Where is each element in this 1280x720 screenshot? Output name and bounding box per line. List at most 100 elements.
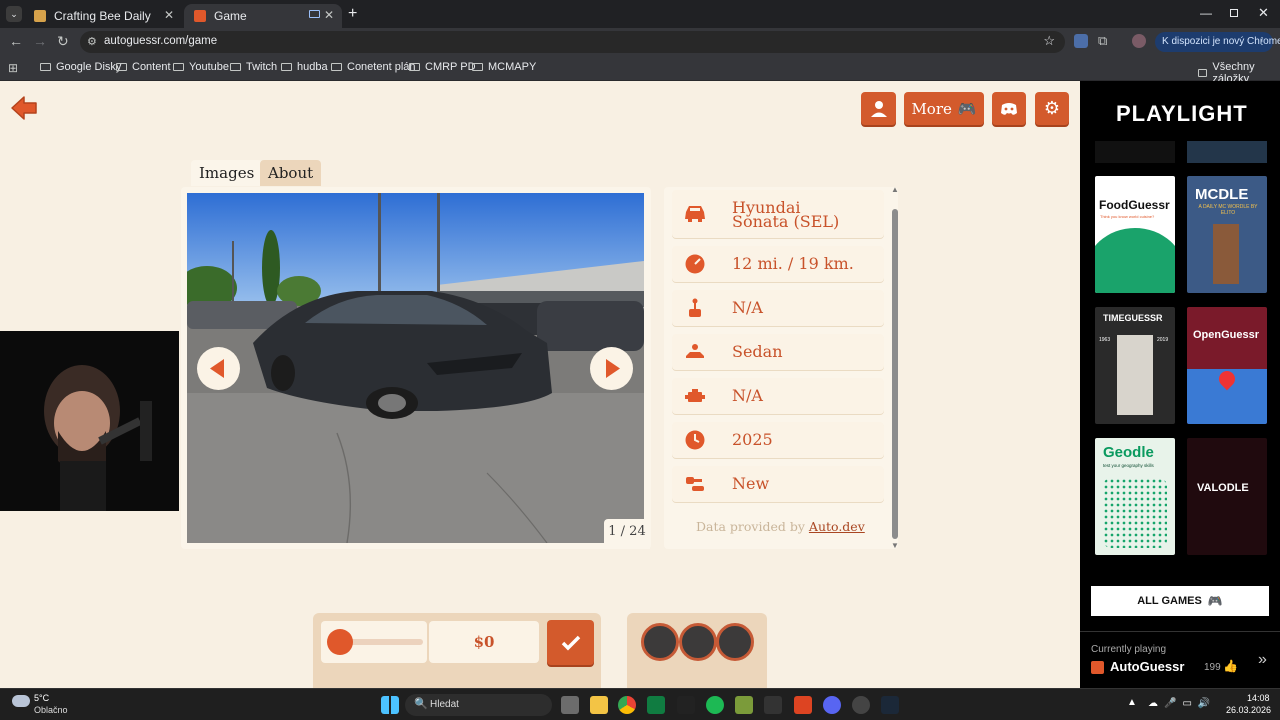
tab-images[interactable]: Images	[191, 160, 263, 186]
bookmark-conetent-plan[interactable]: Conetent plán	[331, 61, 416, 73]
minecraft-launcher-icon[interactable]	[735, 696, 753, 714]
weather-icon[interactable]	[12, 695, 30, 707]
globe-icon	[1095, 228, 1175, 293]
bookmark-google-disky[interactable]: Google Disky	[40, 61, 121, 73]
close-tab-icon[interactable]: ✕	[164, 8, 174, 22]
folder-icon	[331, 63, 342, 71]
all-games-button[interactable]: ALL GAMES 🎮	[1091, 586, 1269, 616]
bookmark-twitch[interactable]: Twitch	[230, 61, 277, 73]
minimize-window-icon[interactable]: —	[1200, 6, 1212, 20]
chrome-icon[interactable]	[618, 696, 636, 714]
tab-media-icon[interactable]	[309, 10, 320, 18]
bookmark-content[interactable]: Content	[116, 61, 171, 73]
maximize-window-icon[interactable]	[1230, 9, 1238, 17]
scroll-down-icon[interactable]: ▼	[891, 541, 899, 550]
discord-button[interactable]	[992, 92, 1026, 125]
capcut-icon[interactable]	[677, 696, 695, 714]
tray-overflow-icon[interactable]: ▲	[1127, 697, 1137, 708]
site-info-icon[interactable]: ⚙	[87, 35, 97, 48]
arrow-left-icon	[210, 359, 224, 378]
next-image-button[interactable]	[590, 347, 633, 390]
settings-button[interactable]: ⚙	[1035, 92, 1069, 125]
bookmark-hudba[interactable]: hudba	[281, 61, 328, 73]
tab-title: Crafting Bee Daily	[54, 9, 151, 23]
clock-time[interactable]: 14:08	[1247, 693, 1270, 703]
bookmark-label: Google Disky	[56, 61, 122, 73]
close-tab-icon[interactable]: ✕	[324, 8, 334, 22]
villager-icon	[1213, 224, 1239, 284]
chrome-update-button[interactable]: K dispozici je nový Chrome ⋮	[1155, 32, 1280, 52]
profile-button[interactable]	[861, 92, 896, 125]
address-bar[interactable]: ⚙ autoguessr.com/game ☆	[80, 31, 1065, 53]
game-card-title: Geodle	[1103, 444, 1154, 461]
submit-guess-button[interactable]	[547, 620, 594, 665]
back-icon[interactable]: ←	[9, 33, 23, 49]
bookmark-label: Conetent plán	[347, 61, 416, 73]
task-view-icon[interactable]	[561, 696, 579, 714]
close-window-icon[interactable]: ✕	[1258, 5, 1269, 21]
more-menu-icon[interactable]: ⋮	[1257, 32, 1267, 52]
reload-icon[interactable]: ↻	[57, 33, 69, 50]
ftb-app-icon[interactable]	[764, 696, 782, 714]
steam-icon[interactable]	[881, 696, 899, 714]
game-card-timeguessr[interactable]: TIMEGUESSR 1963 2019	[1095, 307, 1175, 424]
spotify-icon[interactable]	[706, 696, 724, 714]
scrollbar-thumb[interactable]	[892, 209, 898, 539]
excel-icon[interactable]	[647, 696, 665, 714]
game-card-foodguessr[interactable]: FoodGuessr Think you know world cuisine?	[1095, 176, 1175, 293]
back-arrow-icon[interactable]	[10, 95, 38, 121]
slider-handle[interactable]	[327, 629, 353, 655]
info-scrollbar[interactable]: ▲ ▼	[891, 185, 899, 551]
discord-taskbar-icon[interactable]	[823, 696, 841, 714]
crafting-bee-favicon-icon	[34, 10, 46, 22]
price-slider[interactable]	[321, 621, 427, 663]
new-tab-icon[interactable]: +	[348, 5, 357, 23]
data-credit: Data provided by Auto.dev	[696, 519, 865, 534]
game-card-openguessr[interactable]: OpenGuessr	[1187, 307, 1267, 424]
file-explorer-icon[interactable]	[590, 696, 608, 714]
tray-icons[interactable]: ☁🎤▭🔊	[1148, 698, 1218, 711]
windows-start-icon[interactable]	[381, 696, 399, 714]
browser-tab-crafting-bee[interactable]: Crafting Bee Daily ✕	[24, 4, 182, 28]
game-card-title: MCDLE	[1195, 186, 1249, 203]
obs-icon[interactable]	[852, 696, 870, 714]
bookmark-mcmapy[interactable]: MCMAPY	[472, 61, 536, 73]
taskbar-search[interactable]: 🔍 Hledat	[405, 694, 552, 716]
browser-tab-game[interactable]: Game ✕	[184, 4, 342, 28]
mileage-row: 12 mi. / 19 km.	[672, 246, 884, 282]
tab-about-label: About	[268, 164, 314, 182]
game-card-valodle[interactable]: VALODLE	[1187, 438, 1267, 555]
price-display: $0	[429, 621, 539, 663]
tab-list-icon[interactable]: ⌄	[6, 6, 22, 22]
tab-about[interactable]: About	[260, 160, 322, 186]
thumbs-up-icon[interactable]: 👍	[1223, 659, 1238, 673]
arrow-right-icon	[606, 359, 620, 378]
previous-image-button[interactable]	[197, 347, 240, 390]
extension-icon[interactable]	[1074, 34, 1088, 48]
forward-icon[interactable]: →	[33, 33, 47, 49]
game-card-mcdle[interactable]: MCDLE A DAILY MC WORDLE BY ELITO	[1187, 176, 1267, 293]
bookmark-youtube[interactable]: Youtube	[173, 61, 229, 73]
game-card-partial[interactable]	[1095, 141, 1175, 163]
current-game-name[interactable]: AutoGuessr	[1110, 659, 1184, 674]
engine-icon	[685, 389, 705, 402]
year-row: 2025	[672, 422, 884, 458]
game-card-geodle[interactable]: Geodle test your geography skills	[1095, 438, 1175, 555]
profile-avatar[interactable]	[1132, 34, 1146, 48]
app-icon[interactable]	[794, 696, 812, 714]
transmission-row: N/A	[672, 290, 884, 326]
auto-dev-link[interactable]: Auto.dev	[809, 519, 865, 534]
bookmark-star-icon[interactable]: ☆	[1043, 33, 1055, 49]
clock-date[interactable]: 26.03.2026	[1226, 705, 1271, 715]
gear-shift-icon	[689, 298, 701, 317]
scroll-up-icon[interactable]: ▲	[891, 185, 899, 194]
folder-icon	[409, 63, 420, 71]
game-card-partial[interactable]	[1187, 141, 1267, 163]
apps-grid-icon[interactable]: ⊞	[8, 61, 18, 75]
more-games-button[interactable]: More 🎮	[904, 92, 984, 125]
data-credit-prefix: Data provided by	[696, 519, 805, 534]
condition-row: New	[672, 466, 884, 502]
bookmark-cmrp-pd[interactable]: CMRP PD	[409, 61, 476, 73]
extensions-puzzle-icon[interactable]: ⧉	[1098, 33, 1107, 49]
collapse-sidebar-icon[interactable]: »	[1258, 651, 1267, 669]
